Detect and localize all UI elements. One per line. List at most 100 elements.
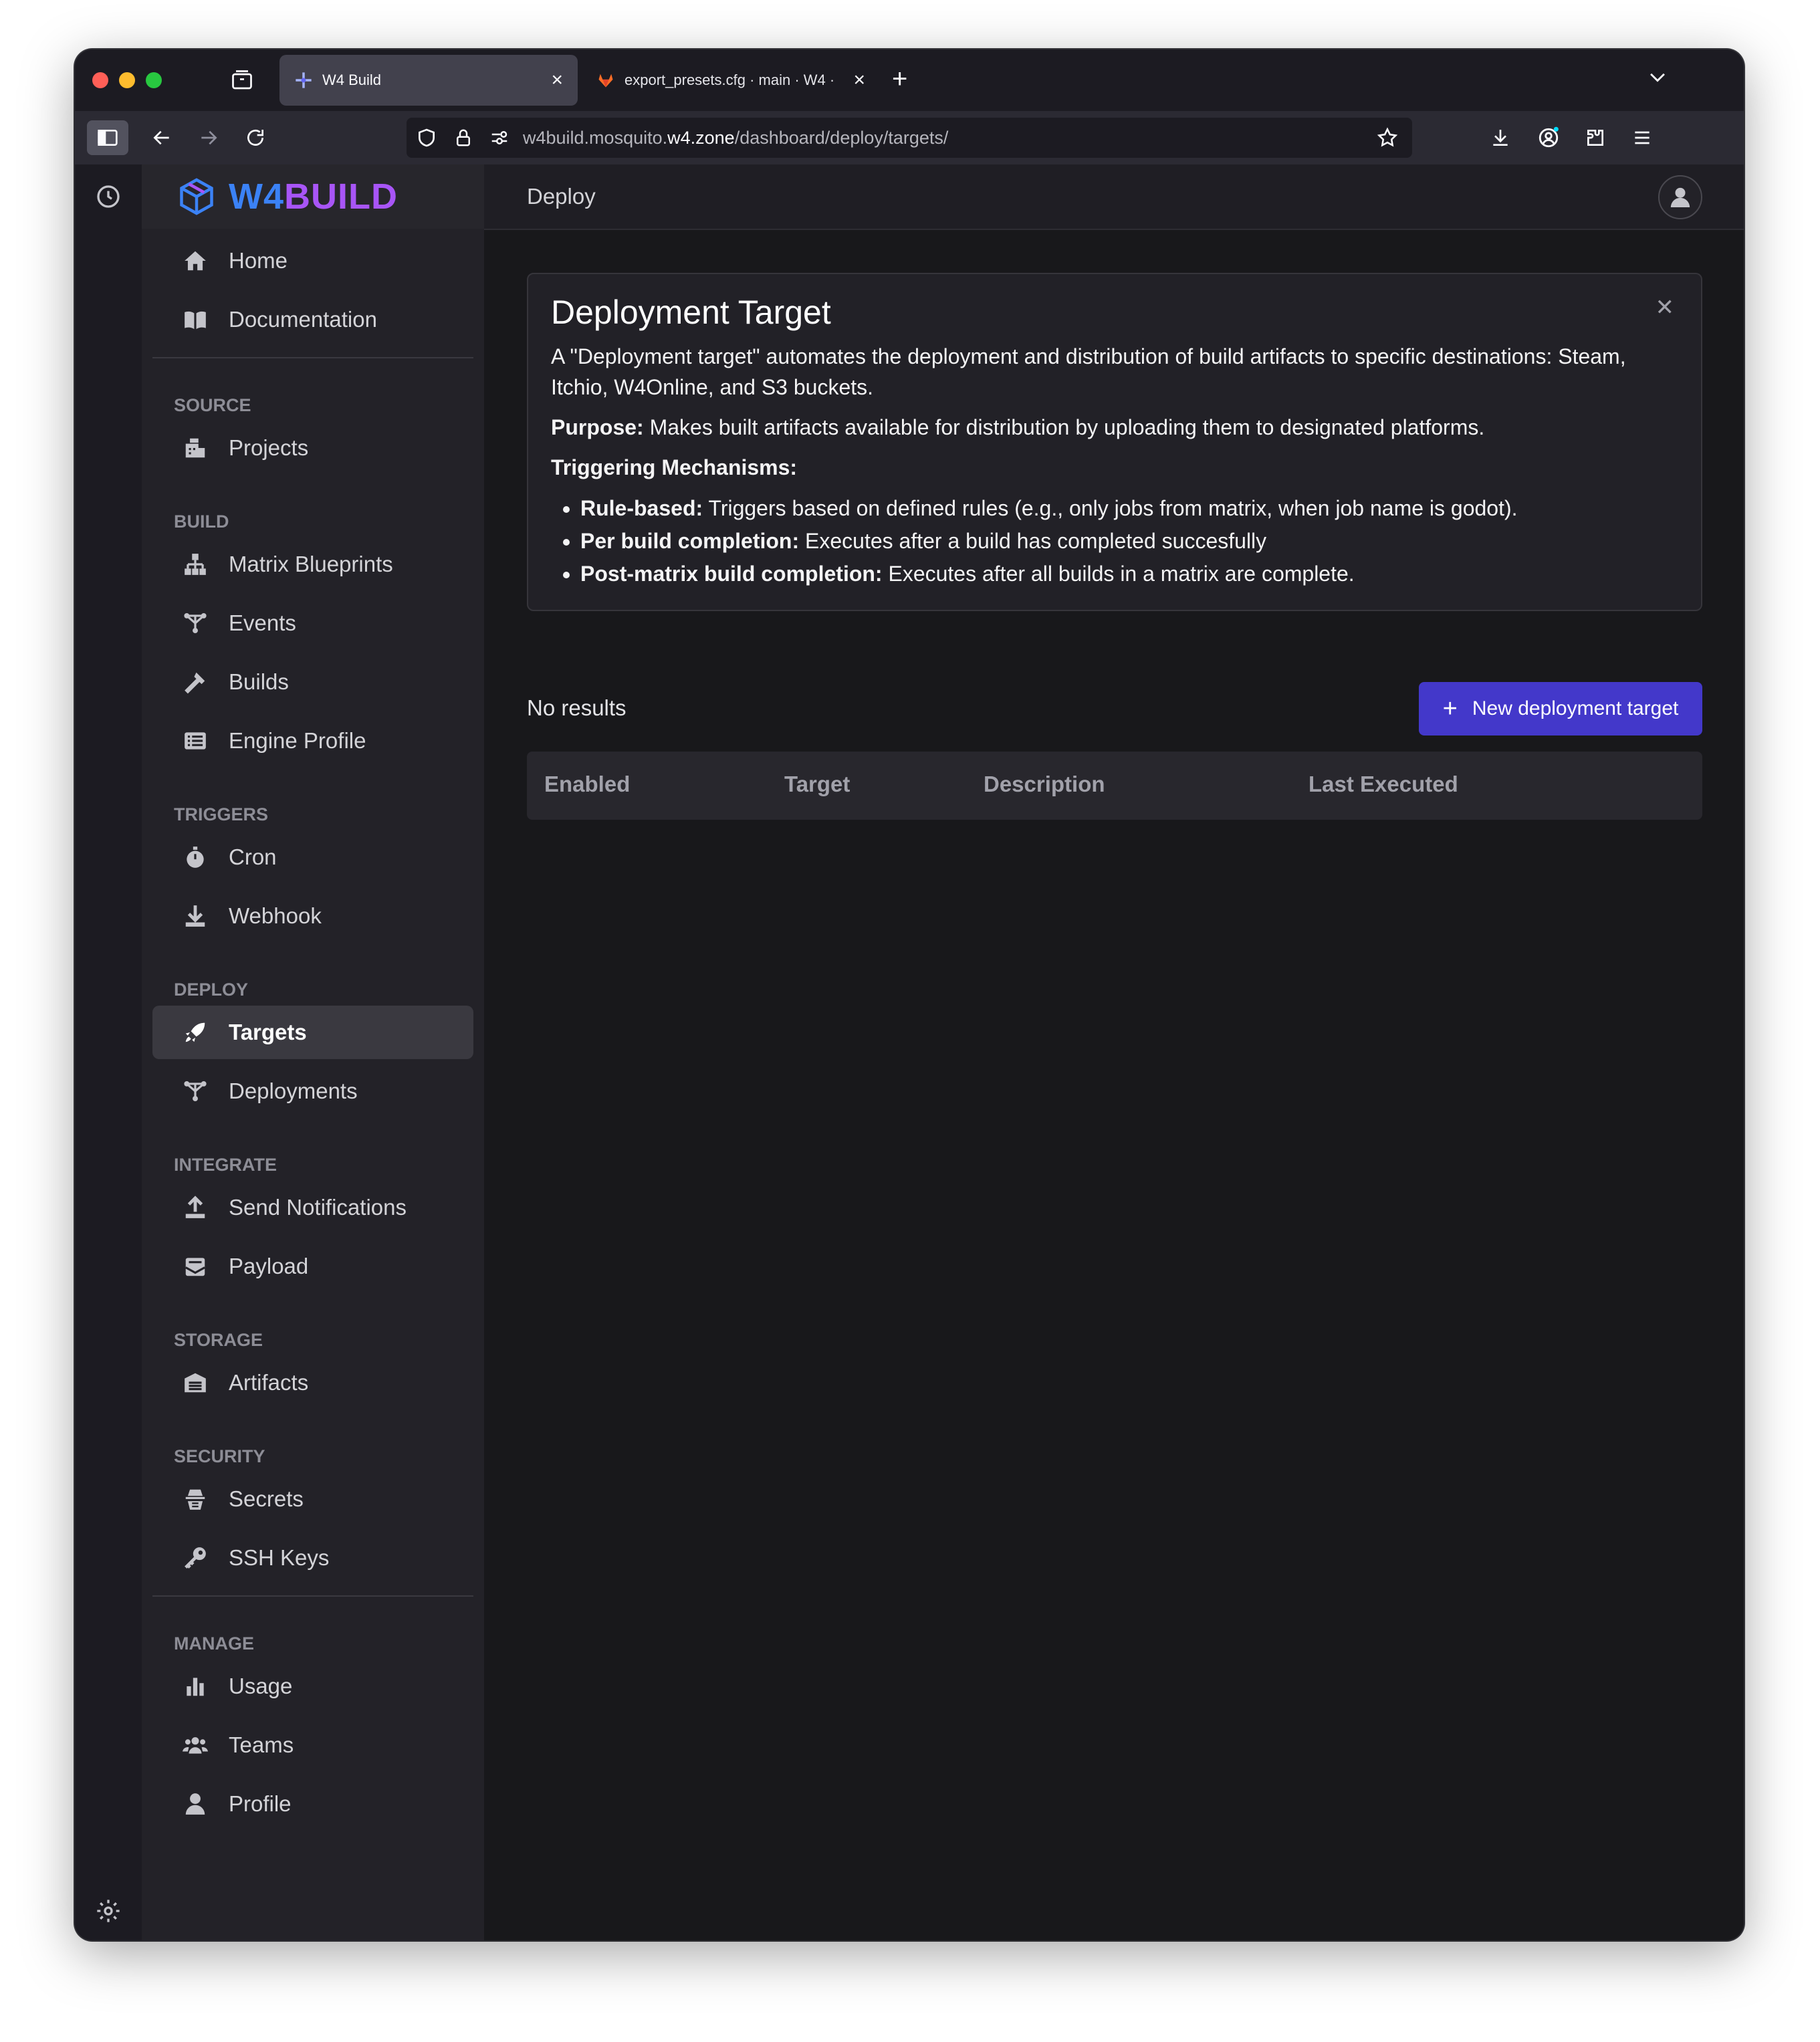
tab-list-chevron-icon[interactable]	[1646, 66, 1669, 88]
sidebar-item-builds[interactable]: Builds	[152, 655, 473, 709]
sidebar-item-teams[interactable]: Teams	[152, 1718, 473, 1772]
close-tab-icon[interactable]: ×	[853, 69, 865, 92]
sidebar-item-label: Events	[229, 610, 296, 635]
top-bar: Deploy	[484, 164, 1744, 230]
no-results-text: No results	[527, 695, 627, 720]
tab-w4-build[interactable]: W4 Build ×	[279, 55, 578, 106]
sidebar-item-payload[interactable]: Payload	[152, 1240, 473, 1293]
sidebar-item-label: Projects	[229, 435, 309, 460]
upload-icon	[182, 1194, 209, 1221]
bar-chart-icon	[182, 1673, 209, 1700]
button-label: New deployment target	[1472, 697, 1679, 719]
close-window-button[interactable]	[92, 72, 108, 88]
tab-gitlab[interactable]: export_presets.cfg · main · W4 · ×	[582, 55, 880, 106]
sidebar-item-label: Usage	[229, 1674, 293, 1698]
extensions-icon[interactable]	[1582, 124, 1609, 151]
tab-bar: W4 Build × export_presets.cfg · main · W…	[75, 49, 1744, 111]
hammer-icon	[182, 669, 209, 695]
sidebar-item-ssh-keys[interactable]: SSH Keys	[152, 1531, 473, 1585]
page-title: Deploy	[527, 184, 596, 209]
back-arrow-icon[interactable]	[148, 124, 175, 151]
downloads-icon[interactable]	[1487, 124, 1514, 151]
close-tab-icon[interactable]: ×	[551, 69, 563, 92]
sidebar-item-label: Documentation	[229, 307, 377, 332]
sitemap-icon	[182, 551, 209, 578]
sidebar-item-cron[interactable]: Cron	[152, 830, 473, 884]
browser-sidebar-strip	[75, 164, 142, 1940]
account-icon[interactable]	[1535, 124, 1562, 151]
sidebar-item-send-notifications[interactable]: Send Notifications	[152, 1181, 473, 1234]
sidebar-item-documentation[interactable]: Documentation	[152, 293, 473, 346]
sidebar-item-targets[interactable]: Targets	[152, 1006, 473, 1059]
sidebar-item-home[interactable]: Home	[152, 234, 473, 288]
brand-logo[interactable]: W4BUILD	[142, 164, 484, 229]
sidebar-item-matrix-blueprints[interactable]: Matrix Blueprints	[152, 538, 473, 591]
sidebar-item-webhook[interactable]: Webhook	[152, 889, 473, 943]
deployments-icon	[182, 1078, 209, 1105]
new-deployment-target-button[interactable]: + New deployment target	[1419, 682, 1702, 735]
new-tab-icon[interactable]: +	[892, 64, 907, 94]
reload-icon[interactable]	[242, 124, 269, 151]
plus-icon: +	[1442, 694, 1458, 723]
sidebar-item-label: Home	[229, 248, 288, 273]
sidebar-item-artifacts[interactable]: Artifacts	[152, 1356, 473, 1409]
sidebar-item-label: Payload	[229, 1254, 309, 1278]
table-header: Enabled Target Description Last Executed	[527, 752, 1702, 820]
sidebar-item-usage[interactable]: Usage	[152, 1660, 473, 1713]
close-icon[interactable]: ✕	[1656, 294, 1675, 321]
list-item: Per build completion: Executes after a b…	[580, 525, 1678, 558]
menu-hamburger-icon[interactable]	[1629, 124, 1656, 151]
maximize-window-button[interactable]	[146, 72, 162, 88]
sidebar-item-deployments[interactable]: Deployments	[152, 1064, 473, 1118]
users-icon	[182, 1732, 209, 1759]
info-purpose: Purpose: Makes built artifacts available…	[551, 415, 1485, 439]
sidebar-item-projects[interactable]: Projects	[152, 421, 473, 475]
envelope-icon	[182, 1253, 209, 1280]
url-bar[interactable]: w4build.mosquito.w4.zone/dashboard/deplo…	[407, 118, 1412, 158]
column-header-target[interactable]: Target	[784, 772, 850, 797]
projects-icon	[182, 435, 209, 461]
rocket-icon	[182, 1019, 209, 1046]
section-label-manage: MANAGE	[174, 1633, 254, 1654]
brand-name: W4BUILD	[229, 177, 398, 217]
main-content: Deploy ✕ Deployment Target A "Deployment…	[484, 164, 1744, 1940]
shield-icon[interactable]	[416, 127, 437, 148]
sidebar-item-secrets[interactable]: Secrets	[152, 1472, 473, 1526]
sidebar-item-label: Artifacts	[229, 1370, 309, 1395]
bookmark-star-icon[interactable]	[1376, 126, 1399, 149]
sidebar-item-label: Webhook	[229, 903, 322, 928]
book-icon	[182, 306, 209, 333]
results-row: No results + New deployment target	[527, 682, 1702, 735]
browser-window: W4 Build × export_presets.cfg · main · W…	[75, 49, 1744, 1940]
history-icon[interactable]	[95, 183, 122, 210]
settings-gear-icon[interactable]	[95, 1898, 122, 1924]
section-label-storage: STORAGE	[174, 1330, 263, 1350]
download-icon	[182, 903, 209, 929]
sidebar-item-profile[interactable]: Profile	[152, 1777, 473, 1831]
list-item: Rule-based: Triggers based on defined ru…	[580, 492, 1678, 525]
forward-arrow-icon[interactable]	[195, 124, 222, 151]
column-header-description[interactable]: Description	[984, 772, 1105, 797]
sidebar-item-engine-profile[interactable]: Engine Profile	[152, 714, 473, 768]
page-settings-icon[interactable]	[489, 128, 509, 148]
sidebar-item-label: Secrets	[229, 1486, 304, 1511]
column-header-last-executed[interactable]: Last Executed	[1309, 772, 1458, 797]
sidebar-item-events[interactable]: Events	[152, 596, 473, 650]
sidebar-item-label: Cron	[229, 844, 277, 869]
tab-title: W4 Build	[322, 72, 382, 88]
tab-overview-icon[interactable]	[230, 68, 254, 92]
column-header-enabled[interactable]: Enabled	[544, 772, 630, 797]
info-mechanisms-title: Triggering Mechanisms:	[551, 455, 798, 479]
lock-icon[interactable]	[453, 128, 473, 148]
minimize-window-button[interactable]	[119, 72, 135, 88]
events-icon	[182, 610, 209, 637]
url-text: w4build.mosquito.w4.zone/dashboard/deplo…	[523, 127, 949, 148]
sidebar-item-label: SSH Keys	[229, 1545, 330, 1570]
section-label-security: SECURITY	[174, 1446, 265, 1466]
sidebar-item-label: Deployments	[229, 1079, 358, 1103]
sidebar-toggle-icon[interactable]	[87, 120, 128, 155]
user-avatar[interactable]	[1658, 175, 1702, 219]
tab-title: export_presets.cfg · main · W4 ·	[624, 72, 835, 88]
gitlab-favicon-icon	[598, 74, 613, 88]
navigation-bar: w4build.mosquito.w4.zone/dashboard/deplo…	[75, 111, 1744, 164]
